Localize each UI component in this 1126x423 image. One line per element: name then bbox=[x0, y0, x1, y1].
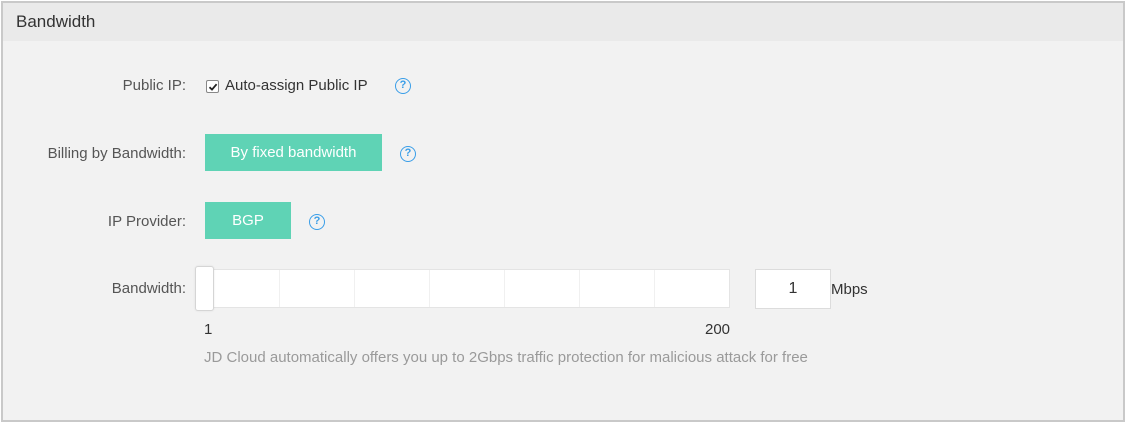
slider-max-label: 200 bbox=[705, 321, 731, 338]
fixed-bandwidth-button[interactable]: By fixed bandwidth bbox=[205, 134, 382, 171]
bandwidth-value-input[interactable] bbox=[755, 269, 831, 309]
panel-header: Bandwidth bbox=[3, 3, 1123, 41]
slider-segment bbox=[654, 270, 655, 307]
slider-segment bbox=[354, 270, 355, 307]
checkmark-icon bbox=[208, 83, 218, 91]
slider-min-label: 1 bbox=[204, 321, 213, 338]
auto-assign-label[interactable]: Auto-assign Public IP bbox=[225, 77, 368, 94]
bandwidth-slider-track[interactable] bbox=[196, 269, 730, 308]
bandwidth-slider-handle[interactable] bbox=[195, 266, 214, 311]
slider-segment bbox=[504, 270, 505, 307]
help-icon[interactable]: ? bbox=[400, 146, 416, 162]
slider-segment bbox=[279, 270, 280, 307]
panel-title: Bandwidth bbox=[16, 12, 96, 31]
bgp-button[interactable]: BGP bbox=[205, 202, 291, 239]
bandwidth-unit-label: Mbps bbox=[831, 281, 868, 298]
help-icon[interactable]: ? bbox=[395, 78, 411, 94]
auto-assign-checkbox[interactable] bbox=[206, 80, 219, 93]
billing-label: Billing by Bandwidth: bbox=[47, 145, 186, 162]
bandwidth-label: Bandwidth: bbox=[111, 280, 186, 297]
slider-segment bbox=[579, 270, 580, 307]
bandwidth-panel: Bandwidth Public IP: Auto-assign Public … bbox=[1, 1, 1125, 422]
slider-segment bbox=[429, 270, 430, 307]
help-icon[interactable]: ? bbox=[309, 214, 325, 230]
ip-provider-label: IP Provider: bbox=[107, 213, 186, 230]
ddos-protection-hint: JD Cloud automatically offers you up to … bbox=[204, 349, 808, 366]
public-ip-label: Public IP: bbox=[122, 77, 186, 94]
